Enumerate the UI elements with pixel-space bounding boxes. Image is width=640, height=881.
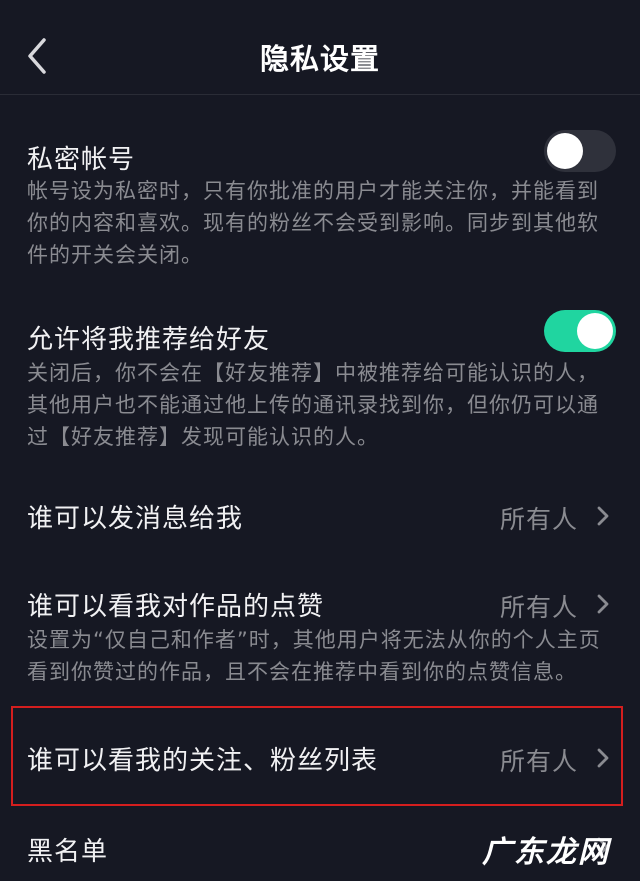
private-account-toggle[interactable] [544,130,616,172]
watermark-logo: 广东龙网 [482,835,610,870]
setting-description: 设置为“仅自己和作者”时，其他用户将无法从你的个人主页看到你赞过的作品，且不会在… [27,628,601,684]
setting-title: 谁可以看我对作品的点赞 [27,592,325,622]
setting-description: 关闭后，你不会在【好友推荐】中被推荐给可能认识的人，其他用户也不能通过他上传的通… [27,361,599,449]
setting-title: 允许将我推荐给好友 [27,325,271,355]
setting-value: 所有人 [499,747,578,776]
navigation-bar: 隐私设置 [0,0,640,95]
privacy-settings-page: 隐私设置 私密帐号 帐号设为私密时，只有你批准的用户才能关注你，并能看到你的内容… [0,0,640,881]
setting-who-can-message[interactable]: 谁可以发消息给我 所有人 [0,485,640,547]
setting-recommend-to-friends: 允许将我推荐给好友 关闭后，你不会在【好友推荐】中被推荐给可能认识的人，其他用户… [0,300,640,450]
setting-title: 谁可以发消息给我 [27,504,244,534]
setting-title: 黑名单 [27,837,109,867]
setting-who-can-see-likes[interactable]: 谁可以看我对作品的点赞 所有人 设置为“仅自己和作者”时，其他用户将无法从你的个… [0,573,640,693]
setting-title: 谁可以看我的关注、粉丝列表 [27,746,379,776]
page-title: 隐私设置 [259,42,380,76]
recommend-to-friends-toggle[interactable] [544,310,616,352]
setting-title: 私密帐号 [27,145,136,175]
setting-description: 帐号设为私密时，只有你批准的用户才能关注你，并能看到你的内容和喜欢。现有的粉丝不… [27,179,599,267]
chevron-right-icon [597,748,609,768]
toggle-knob [547,133,583,169]
toggle-knob [577,313,613,349]
setting-value: 所有人 [499,593,578,622]
setting-private-account: 私密帐号 帐号设为私密时，只有你批准的用户才能关注你，并能看到你的内容和喜欢。现… [0,120,640,270]
chevron-right-icon [597,594,609,614]
setting-who-can-see-follow-list[interactable]: 谁可以看我的关注、粉丝列表 所有人 [0,727,640,789]
setting-value: 所有人 [499,505,578,534]
chevron-right-icon [597,506,609,526]
